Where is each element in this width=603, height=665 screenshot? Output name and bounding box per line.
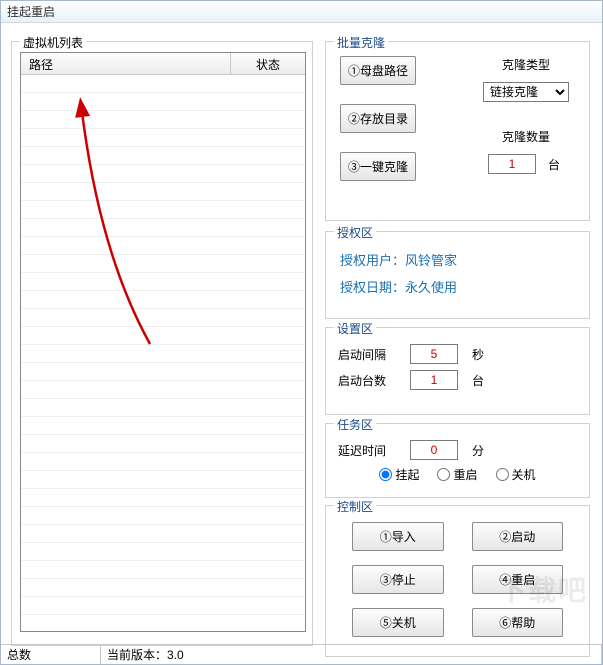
table-body[interactable]: [21, 75, 305, 631]
table-row[interactable]: [21, 399, 305, 417]
vmlist-legend: 虚拟机列表: [20, 34, 86, 51]
storage-dir-button[interactable]: ②存放目录: [340, 104, 416, 133]
count-row: 启动台数 台: [338, 370, 577, 390]
col-path[interactable]: 路径: [21, 53, 231, 74]
radio-suspend[interactable]: 挂起: [379, 466, 419, 483]
table-row[interactable]: [21, 471, 305, 489]
delay-unit: 分: [468, 442, 488, 459]
table-row[interactable]: [21, 489, 305, 507]
table-row[interactable]: [21, 327, 305, 345]
table-row[interactable]: [21, 417, 305, 435]
table-row[interactable]: [21, 543, 305, 561]
delay-input[interactable]: [410, 440, 458, 460]
table-row[interactable]: [21, 273, 305, 291]
interval-unit: 秒: [468, 346, 488, 363]
radio-restart-input[interactable]: [437, 468, 450, 481]
one-click-clone-button[interactable]: ③一键克隆: [340, 152, 416, 181]
table-row[interactable]: [21, 93, 305, 111]
ctrl-grid: ①导入 ②启动 ③停止 ④重启 ⑤关机 ⑥帮助: [334, 516, 581, 643]
table-row[interactable]: [21, 507, 305, 525]
clone-type-label: 克隆类型: [476, 56, 576, 73]
task-mode-radios: 挂起 重启 关机: [334, 466, 581, 483]
table-row[interactable]: [21, 237, 305, 255]
app-window: 挂起重启 虚拟机列表 路径 状态: [0, 0, 603, 665]
status-total: 总数: [1, 645, 101, 664]
content-area: 虚拟机列表 路径 状态: [1, 23, 602, 643]
table-row[interactable]: [21, 111, 305, 129]
settings-legend: 设置区: [334, 320, 376, 337]
table-row[interactable]: [21, 363, 305, 381]
auth-legend: 授权区: [334, 224, 376, 241]
table-row[interactable]: [21, 129, 305, 147]
group-clone: 批量克隆 ①母盘路径 ②存放目录 ③一键克隆 克隆类型 链接克隆 克隆数量 台: [325, 41, 590, 221]
help-button[interactable]: ⑥帮助: [472, 608, 564, 637]
delay-label: 延迟时间: [338, 442, 400, 459]
table-row[interactable]: [21, 183, 305, 201]
table-row[interactable]: [21, 345, 305, 363]
interval-input[interactable]: [410, 344, 458, 364]
clone-qty-row: 台: [476, 154, 576, 174]
status-version: 当前版本：3.0: [101, 645, 602, 664]
task-legend: 任务区: [334, 416, 376, 433]
interval-row: 启动间隔 秒: [338, 344, 577, 364]
table-row[interactable]: [21, 309, 305, 327]
table-header: 路径 状态: [21, 53, 305, 75]
radio-suspend-input[interactable]: [379, 468, 392, 481]
window-title: 挂起重启: [7, 5, 55, 19]
table-row[interactable]: [21, 381, 305, 399]
radio-shutdown-input[interactable]: [496, 468, 509, 481]
clone-type-select[interactable]: 链接克隆: [483, 82, 569, 102]
stop-button[interactable]: ③停止: [352, 565, 444, 594]
table-row[interactable]: [21, 597, 305, 615]
table-row[interactable]: [21, 525, 305, 543]
table-row[interactable]: [21, 165, 305, 183]
group-vmlist: 虚拟机列表 路径 状态: [11, 41, 313, 646]
import-button[interactable]: ①导入: [352, 522, 444, 551]
ctrl-legend: 控制区: [334, 498, 376, 515]
vm-table[interactable]: 路径 状态: [20, 52, 306, 632]
clone-qty-unit: 台: [544, 156, 564, 173]
shutdown-button[interactable]: ⑤关机: [352, 608, 444, 637]
table-row[interactable]: [21, 561, 305, 579]
auth-user: 授权用户：风铃管家: [340, 250, 575, 269]
start-button[interactable]: ②启动: [472, 522, 564, 551]
auth-date: 授权日期：永久使用: [340, 277, 575, 296]
clone-type-select-wrap: 链接克隆: [476, 82, 576, 102]
group-auth: 授权区 授权用户：风铃管家 授权日期：永久使用: [325, 231, 590, 319]
titlebar: 挂起重启: [1, 1, 602, 23]
table-row[interactable]: [21, 579, 305, 597]
group-task: 任务区 延迟时间 分 挂起 重启 关机: [325, 423, 590, 498]
col-status[interactable]: 状态: [231, 53, 305, 74]
group-settings: 设置区 启动间隔 秒 启动台数 台: [325, 327, 590, 415]
clone-qty-label: 克隆数量: [476, 128, 576, 145]
count-label: 启动台数: [338, 372, 400, 389]
master-path-button[interactable]: ①母盘路径: [340, 56, 416, 85]
table-row[interactable]: [21, 147, 305, 165]
table-row[interactable]: [21, 219, 305, 237]
count-input[interactable]: [410, 370, 458, 390]
table-row[interactable]: [21, 291, 305, 309]
clone-legend: 批量克隆: [334, 34, 388, 51]
table-row[interactable]: [21, 75, 305, 93]
radio-shutdown[interactable]: 关机: [496, 466, 536, 483]
radio-restart[interactable]: 重启: [437, 466, 477, 483]
table-row[interactable]: [21, 435, 305, 453]
clone-qty-input[interactable]: [488, 154, 536, 174]
table-row[interactable]: [21, 201, 305, 219]
count-unit: 台: [468, 372, 488, 389]
restart-button[interactable]: ④重启: [472, 565, 564, 594]
table-row[interactable]: [21, 255, 305, 273]
statusbar: 总数 当前版本：3.0: [1, 644, 602, 664]
table-row[interactable]: [21, 453, 305, 471]
group-control: 控制区 ①导入 ②启动 ③停止 ④重启 ⑤关机 ⑥帮助: [325, 505, 590, 657]
interval-label: 启动间隔: [338, 346, 400, 363]
delay-row: 延迟时间 分: [338, 440, 577, 460]
